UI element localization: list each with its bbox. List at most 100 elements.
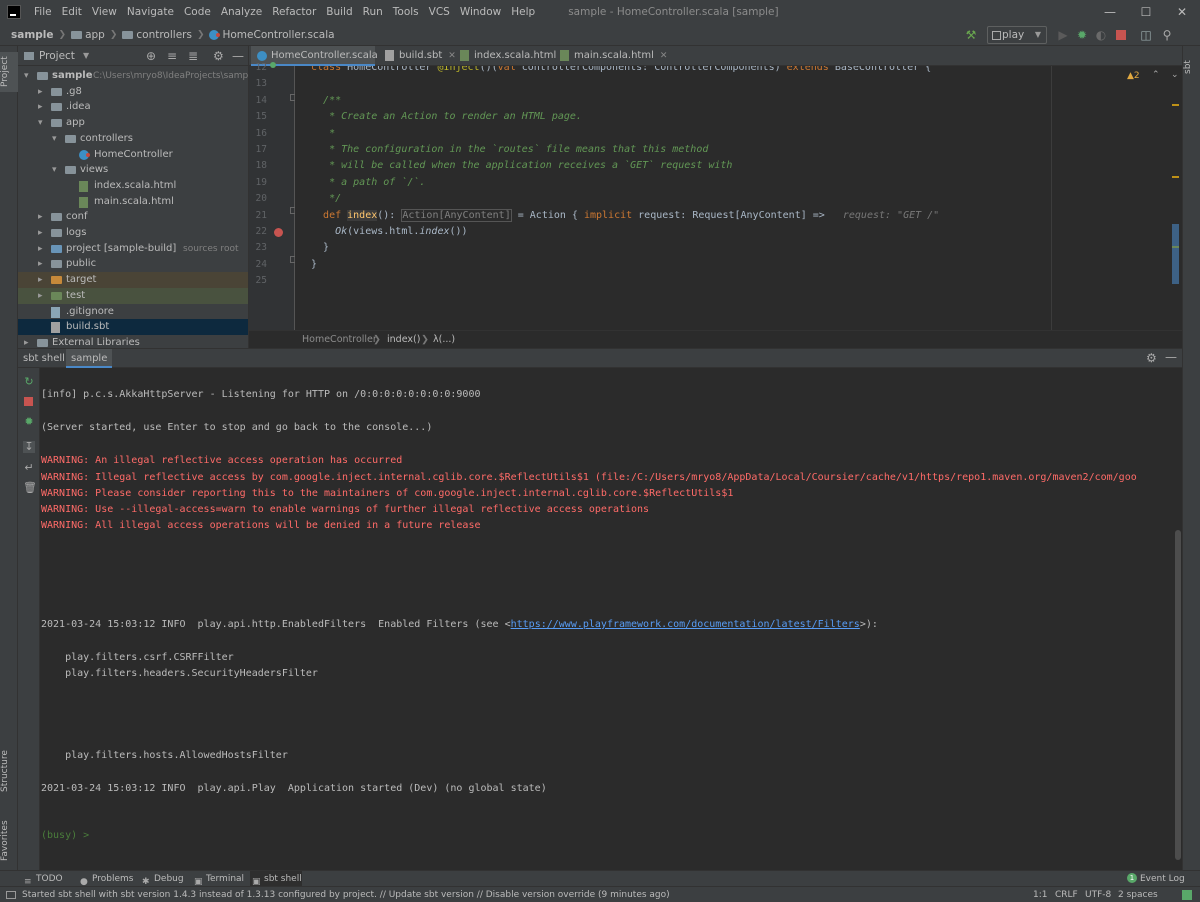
code-line[interactable]: * Create an Action to render an HTML pag… xyxy=(311,109,582,125)
tool-windows-toggle-icon[interactable] xyxy=(6,891,16,899)
scroll-to-end-icon[interactable]: ↧ xyxy=(23,441,35,453)
tree-item[interactable]: ▾ views xyxy=(18,162,248,178)
breadcrumb-lambda[interactable]: λ(...) xyxy=(433,331,455,349)
warning-marker[interactable] xyxy=(1172,104,1179,106)
nav-crumb-project[interactable]: sample xyxy=(11,29,54,41)
chevron-right-icon[interactable]: ▸ xyxy=(38,241,43,257)
menu-tools[interactable]: Tools xyxy=(388,0,424,24)
code-line[interactable]: def index(): Action[AnyContent] = Action… xyxy=(311,208,939,224)
code-line[interactable]: * a path of `/`. xyxy=(311,175,425,191)
expand-all-icon[interactable]: ≡ xyxy=(167,49,177,63)
tree-item[interactable]: ▾ app xyxy=(18,115,248,131)
soft-wrap-icon[interactable]: ↵ xyxy=(23,462,35,474)
gear-icon[interactable]: ⚙ xyxy=(213,49,224,63)
menu-run[interactable]: Run xyxy=(358,0,388,24)
tree-item[interactable]: build.sbt xyxy=(18,319,248,336)
menu-help[interactable]: Help xyxy=(506,0,540,24)
menu-edit[interactable]: Edit xyxy=(57,0,87,24)
chevron-down-icon[interactable]: ▾ xyxy=(52,131,57,147)
tree-item[interactable]: ▾ controllers xyxy=(18,131,248,147)
chevron-down-icon[interactable]: ▼ xyxy=(83,51,89,60)
structure-tool-tab[interactable]: Structure xyxy=(0,746,18,796)
chevron-down-icon[interactable]: ▾ xyxy=(24,68,29,84)
menu-navigate[interactable]: Navigate xyxy=(122,0,179,24)
tree-item[interactable]: ▸ conf xyxy=(18,209,248,225)
indent-setting[interactable]: 2 spaces xyxy=(1118,887,1158,902)
code-line[interactable]: * xyxy=(311,126,335,142)
hide-panel-icon[interactable]: — xyxy=(1165,350,1177,364)
build-hammer-icon[interactable]: ⚒ xyxy=(964,28,978,42)
tool-tab-sbt-shell[interactable]: ▣ sbt shell xyxy=(250,871,302,887)
menu-view[interactable]: View xyxy=(87,0,122,24)
tool-tab-debug[interactable]: ✱ Debug xyxy=(140,871,186,887)
warnings-indicator[interactable]: ▲2 xyxy=(1127,71,1140,81)
breadcrumb-method[interactable]: index() xyxy=(387,331,420,349)
run-configuration-select[interactable]: play ▼ xyxy=(987,26,1047,44)
project-tool-tab[interactable]: Project xyxy=(0,52,18,92)
menu-file[interactable]: File xyxy=(29,0,57,24)
warning-marker[interactable] xyxy=(1172,176,1179,178)
tree-item[interactable]: index.scala.html xyxy=(18,178,248,194)
trash-icon[interactable]: 🗑 xyxy=(23,482,37,494)
nav-crumb-controllers[interactable]: controllers xyxy=(122,29,192,41)
editor-tab[interactable]: index.scala.html✕ xyxy=(454,46,570,66)
tree-item[interactable]: ▾ sample C:\Users\mryo8\IdeaProjects\sampl… xyxy=(18,68,248,84)
menu-refactor[interactable]: Refactor xyxy=(267,0,321,24)
coverage-icon[interactable]: ◐ xyxy=(1094,28,1108,42)
status-message[interactable]: Started sbt shell with sbt version 1.4.3… xyxy=(22,887,670,902)
line-separator[interactable]: CRLF xyxy=(1055,887,1078,902)
chevron-right-icon[interactable]: ▸ xyxy=(38,272,43,288)
run-icon[interactable]: ▶ xyxy=(1056,28,1070,42)
tree-item[interactable]: HomeController xyxy=(18,147,248,163)
tree-item[interactable]: main.scala.html xyxy=(18,194,248,210)
event-log-tab[interactable]: Event Log xyxy=(1140,871,1185,887)
search-everywhere-icon[interactable]: ⚲ xyxy=(1160,28,1174,42)
stop-icon[interactable] xyxy=(24,397,33,406)
sbt-console-output[interactable]: [info] p.c.s.AkkaHttpServer - Listening … xyxy=(41,368,1182,870)
tree-item[interactable]: ▸ target xyxy=(18,272,248,289)
favorites-tool-tab[interactable]: Favorites xyxy=(0,816,18,866)
locate-icon[interactable]: ⊕ xyxy=(146,49,156,63)
file-encoding[interactable]: UTF-8 xyxy=(1085,887,1111,902)
chevron-right-icon[interactable]: ▸ xyxy=(38,209,43,225)
tool-tab-terminal[interactable]: ▣ Terminal xyxy=(192,871,244,887)
code-line[interactable]: * will be called when the application re… xyxy=(311,158,732,174)
tree-item[interactable]: ▸ test xyxy=(18,287,248,304)
chevron-right-icon[interactable]: ▸ xyxy=(38,256,43,272)
tool-tab-todo[interactable]: ≡ TODO xyxy=(22,871,72,887)
tool-tab-problems[interactable]: ● Problems xyxy=(78,871,134,887)
chevron-right-icon[interactable]: ▸ xyxy=(24,335,29,348)
implemented-icon[interactable] xyxy=(270,62,276,68)
debug-icon[interactable]: ✹ xyxy=(1075,28,1089,42)
breakpoint-icon[interactable] xyxy=(274,228,283,237)
memory-indicator-icon[interactable] xyxy=(1182,890,1192,900)
code-line[interactable]: /** xyxy=(311,93,341,109)
stop-icon[interactable] xyxy=(1116,30,1126,40)
filters-docs-link[interactable]: https://www.playframework.com/documentat… xyxy=(511,619,860,630)
tree-item[interactable]: ▸ public xyxy=(18,256,248,272)
code-line[interactable]: * The configuration in the `routes` file… xyxy=(311,142,708,158)
tree-item[interactable]: ▸ External Libraries xyxy=(18,335,248,348)
project-view-title[interactable]: Project xyxy=(39,50,75,62)
menu-build[interactable]: Build xyxy=(321,0,357,24)
close-window-button[interactable]: ✕ xyxy=(1164,0,1200,24)
close-icon[interactable]: ✕ xyxy=(660,51,668,61)
project-structure-icon[interactable]: ◫ xyxy=(1139,28,1153,42)
menu-code[interactable]: Code xyxy=(179,0,216,24)
gear-icon[interactable]: ⚙ xyxy=(1146,351,1157,365)
previous-highlight-icon[interactable]: ⌃ xyxy=(1152,70,1160,80)
debug-icon[interactable]: ✹ xyxy=(23,416,35,428)
chevron-down-icon[interactable]: ▾ xyxy=(38,115,43,131)
console-scrollbar[interactable] xyxy=(1175,530,1181,860)
editor-scrollbar[interactable]: ▲2 ⌃ ⌄ xyxy=(1127,66,1182,330)
tree-item[interactable]: .gitignore xyxy=(18,304,248,320)
tab-sbt-shell[interactable]: sbt shell xyxy=(18,349,70,368)
chevron-down-icon[interactable]: ▾ xyxy=(52,162,57,178)
collapse-all-icon[interactable]: ≣ xyxy=(188,49,198,63)
menu-window[interactable]: Window xyxy=(455,0,506,24)
tree-item[interactable]: ▸ .idea xyxy=(18,99,248,115)
code-line[interactable]: } xyxy=(311,257,317,273)
menu-vcs[interactable]: VCS xyxy=(424,0,455,24)
editor-tab[interactable]: main.scala.html ✕ xyxy=(554,46,667,66)
menu-analyze[interactable]: Analyze xyxy=(216,0,267,24)
